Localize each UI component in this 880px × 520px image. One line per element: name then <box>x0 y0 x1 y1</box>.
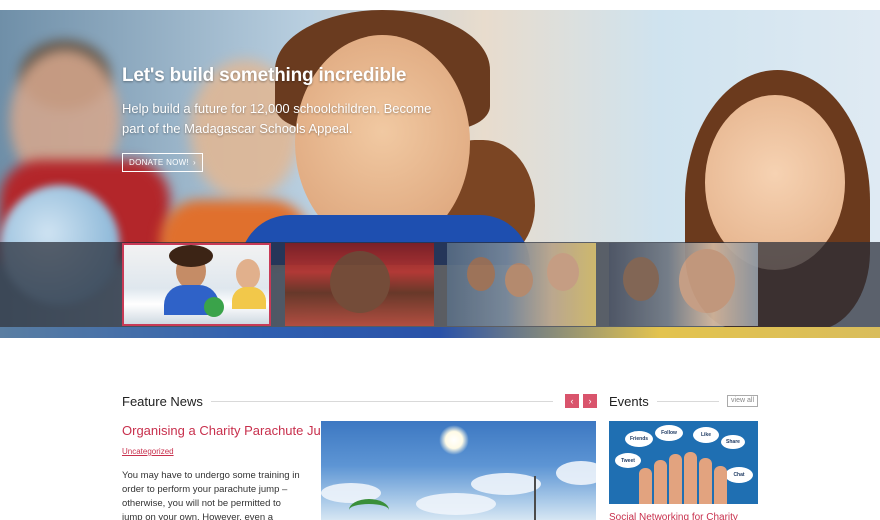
hero-text-block: Let's build something incredible Help bu… <box>122 65 452 172</box>
thumb-side-face <box>623 257 659 301</box>
donate-now-button[interactable]: DONATE NOW! › <box>122 153 204 172</box>
hero-bottom-band <box>0 327 880 338</box>
news-article-title[interactable]: Organising a Charity Parachute Jump <box>122 423 339 438</box>
finger <box>684 452 697 504</box>
event-title[interactable]: Social Networking for Charity <box>609 512 738 520</box>
thumb-woman-face <box>330 251 390 313</box>
event-image[interactable]: Friends Follow Like Tweet Chat Share <box>609 421 758 504</box>
news-article-excerpt: You may have to undergo some training in… <box>122 470 300 520</box>
finger <box>669 454 682 504</box>
finger <box>714 466 727 504</box>
feature-news-header: Feature News ‹ › <box>122 392 597 410</box>
finger <box>699 458 712 504</box>
news-next-button[interactable]: › <box>583 394 597 408</box>
chevron-right-icon: › <box>588 396 592 406</box>
thumbnail-strip <box>0 242 880 327</box>
hero-title: Let's build something incredible <box>122 65 407 86</box>
thumb-child-2-face <box>236 259 260 289</box>
events-divider <box>656 400 720 402</box>
bubble-share: Share <box>721 435 745 449</box>
bubble-friends: Friends <box>625 431 653 447</box>
view-all-link[interactable]: view all <box>727 395 758 407</box>
bubble-tweet: Tweet <box>615 453 641 468</box>
news-article-image[interactable] <box>321 421 596 520</box>
thumb-face-a <box>467 257 495 291</box>
donate-now-label: DONATE NOW! <box>129 158 190 167</box>
thumb-child-hair <box>169 245 213 267</box>
thumbnail-1[interactable] <box>122 243 271 326</box>
finger <box>654 460 667 504</box>
thumbnail-4[interactable] <box>609 243 758 326</box>
bubble-like: Like <box>693 427 719 443</box>
cloud <box>556 461 596 485</box>
thumbnail-2[interactable] <box>285 243 434 326</box>
thumb-face-b <box>505 263 533 297</box>
events-header: Events view all <box>609 392 758 410</box>
news-article-category[interactable]: Uncategorized <box>122 447 174 456</box>
thumb-child-2-shirt <box>232 287 266 309</box>
thumbnail-3[interactable] <box>447 243 596 326</box>
chevron-left-icon: ‹ <box>570 396 574 406</box>
hero-subtitle: Help build a future for 12,000 schoolchi… <box>122 101 432 136</box>
bubble-chat: Chat <box>725 467 753 483</box>
top-bar <box>0 0 880 10</box>
feature-news-heading: Feature News <box>122 393 203 409</box>
sun-glare <box>439 425 469 455</box>
events-heading: Events <box>609 393 649 409</box>
parachute-canopy <box>349 499 389 520</box>
finger <box>639 468 652 504</box>
cloud <box>416 493 496 515</box>
thumb-pencil-pot <box>204 297 224 317</box>
hero-banner: Let's build something incredible Help bu… <box>0 10 880 338</box>
news-prev-button[interactable]: ‹ <box>565 394 579 408</box>
radio-mast <box>534 476 536 520</box>
cloud <box>471 473 541 495</box>
feature-news-divider <box>210 400 553 402</box>
bubble-follow: Follow <box>655 425 683 441</box>
chevron-right-icon: › <box>193 158 197 167</box>
thumb-toddler-face <box>679 249 735 313</box>
thumb-face-c <box>547 253 579 291</box>
